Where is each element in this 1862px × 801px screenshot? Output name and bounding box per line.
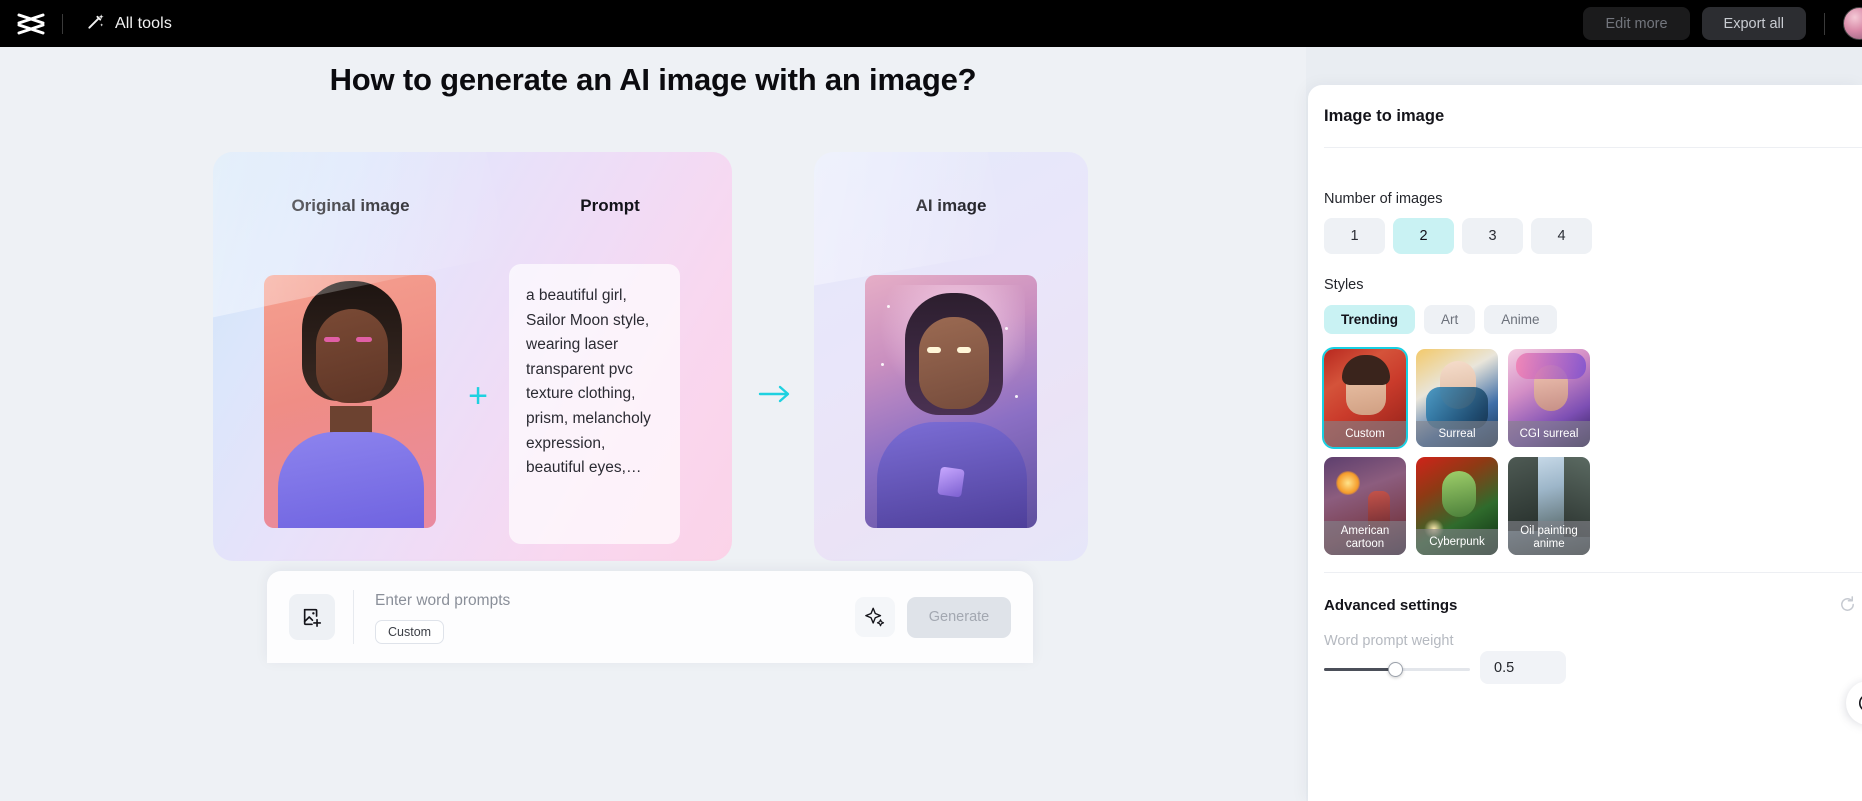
plus-icon: +	[468, 377, 488, 415]
reset-icon[interactable]	[1838, 595, 1857, 619]
generate-button[interactable]: Generate	[907, 596, 1011, 638]
tab-art[interactable]: Art	[1424, 305, 1476, 334]
original-image-label: Original image	[291, 196, 410, 215]
panel-divider-2	[1324, 572, 1862, 573]
input-bar-divider	[353, 590, 354, 644]
sparkle-icon[interactable]	[855, 597, 895, 637]
styles-tab-group: Trending Art Anime	[1324, 305, 1557, 334]
prompt-preview-text: a beautiful girl, Sailor Moon style, wea…	[526, 287, 656, 477]
add-image-icon[interactable]	[289, 594, 335, 640]
demo-card-input: Original image Prompt + a beautiful girl…	[213, 152, 732, 561]
slider-knob[interactable]	[1388, 662, 1403, 677]
style-chip-custom[interactable]: Custom	[375, 619, 445, 644]
style-card-surreal[interactable]: Surreal	[1416, 349, 1498, 447]
ai-image-label: AI image	[915, 196, 987, 215]
number-option-3[interactable]: 3	[1462, 218, 1523, 254]
styles-grid: Custom Surreal CGI surreal American cart…	[1322, 347, 1590, 555]
panel-scroll-fade	[1308, 715, 1862, 755]
number-option-2[interactable]: 2	[1393, 218, 1454, 254]
style-caption: Custom	[1324, 421, 1406, 447]
style-caption: American cartoon	[1324, 521, 1406, 555]
prompt-preview-box: a beautiful girl, Sailor Moon style, wea…	[509, 264, 680, 544]
page-body: How to generate an AI image with an imag…	[0, 47, 1862, 801]
tab-anime[interactable]: Anime	[1484, 305, 1557, 334]
style-caption: Oil painting anime	[1508, 521, 1590, 555]
arrow-right-icon	[758, 383, 792, 405]
panel-divider	[1324, 147, 1862, 148]
capcut-logo-icon[interactable]	[0, 12, 62, 36]
panel-title: Image to image	[1324, 107, 1445, 125]
all-tools-button[interactable]: All tools	[86, 12, 172, 36]
magic-wand-icon	[86, 12, 105, 36]
prompt-input-bar: Enter word prompts Custom Generate	[267, 571, 1033, 663]
header-actions: Edit more Export all	[1583, 7, 1862, 40]
number-option-1[interactable]: 1	[1324, 218, 1385, 254]
header-divider-2	[1824, 12, 1825, 35]
prompt-input-placeholder: Enter word prompts	[375, 591, 511, 609]
style-caption: CGI surreal	[1508, 421, 1590, 447]
advanced-settings-label: Advanced settings	[1324, 597, 1458, 614]
style-card-american-cartoon[interactable]: American cartoon	[1324, 457, 1406, 555]
style-caption: Surreal	[1416, 421, 1498, 447]
style-card-custom[interactable]: Custom	[1322, 347, 1408, 449]
word-prompt-weight-slider[interactable]	[1324, 662, 1470, 677]
demo-card-output: AI image	[814, 152, 1088, 561]
help-icon[interactable]	[1846, 681, 1862, 725]
number-of-images-group: 1 2 3 4	[1324, 218, 1592, 254]
image-to-image-panel: Image to image Number of images 1 2 3 4 …	[1308, 85, 1862, 801]
style-card-cyberpunk[interactable]: Cyberpunk	[1416, 457, 1498, 555]
tab-trending[interactable]: Trending	[1324, 305, 1415, 334]
styles-label: Styles	[1324, 277, 1364, 293]
slider-fill	[1324, 668, 1394, 671]
prompt-input-area[interactable]: Enter word prompts Custom	[375, 591, 855, 644]
number-of-images-label: Number of images	[1324, 191, 1443, 207]
prompt-label: Prompt	[580, 196, 640, 215]
avatar[interactable]	[1843, 7, 1862, 40]
style-card-cgi-surreal[interactable]: CGI surreal	[1508, 349, 1590, 447]
export-all-button[interactable]: Export all	[1701, 7, 1806, 40]
all-tools-label: All tools	[115, 14, 172, 32]
edit-more-button[interactable]: Edit more	[1583, 7, 1690, 40]
page-title: How to generate an AI image with an imag…	[329, 62, 977, 97]
ai-image-thumbnail	[865, 275, 1037, 528]
style-caption: Cyberpunk	[1416, 529, 1498, 555]
number-option-4[interactable]: 4	[1531, 218, 1592, 254]
header-divider	[62, 13, 63, 34]
style-card-oil-painting-anime[interactable]: Oil painting anime	[1508, 457, 1590, 555]
original-image-thumbnail	[264, 275, 436, 528]
word-prompt-weight-value[interactable]: 0.5	[1480, 651, 1566, 684]
top-bar: All tools Edit more Export all	[0, 0, 1862, 47]
word-prompt-weight-label: Word prompt weight	[1324, 633, 1454, 649]
